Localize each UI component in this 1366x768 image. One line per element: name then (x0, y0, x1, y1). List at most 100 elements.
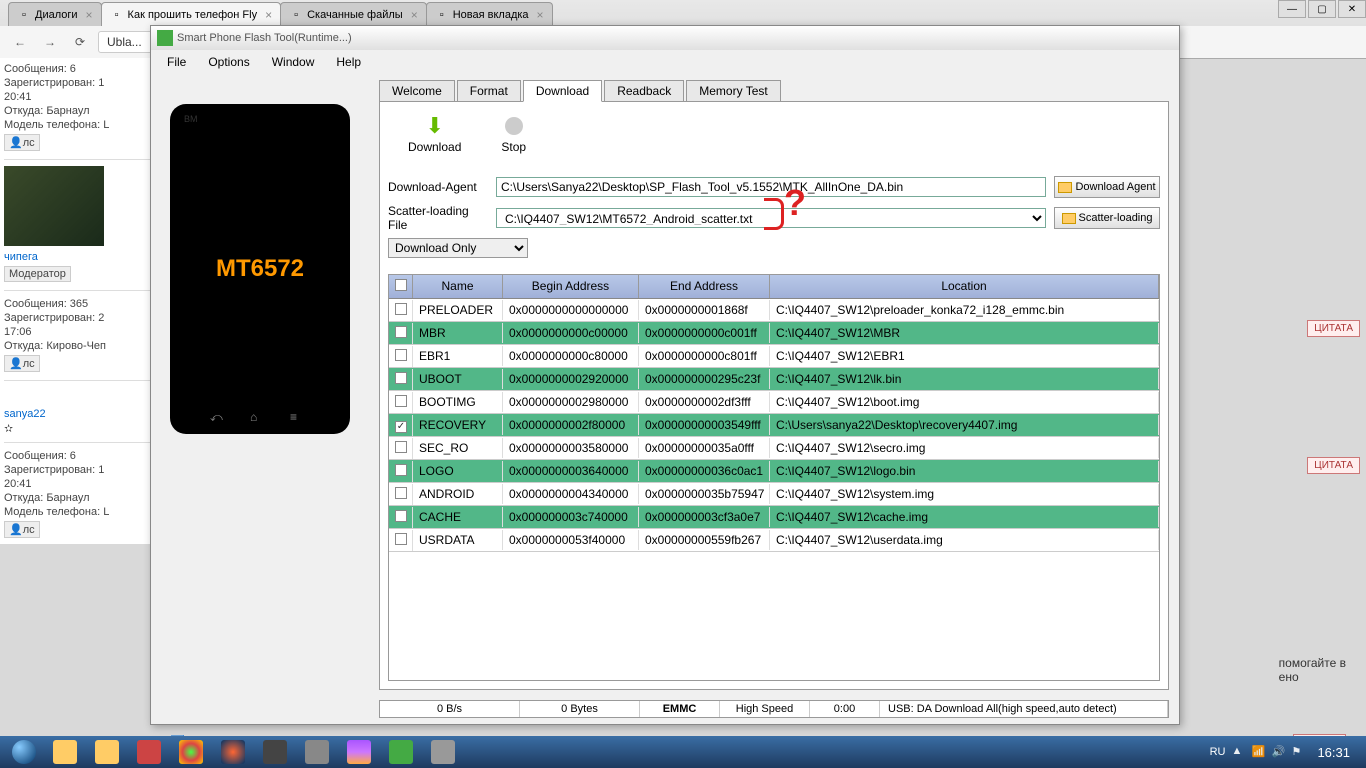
url-input[interactable]: Ubla... (98, 31, 158, 53)
scatter-label: Scatter-loading File (388, 204, 488, 232)
tab-download[interactable]: Download (523, 80, 602, 102)
tab-format[interactable]: Format (457, 80, 521, 102)
quote-button[interactable]: ЦИТАТА (1307, 457, 1360, 474)
window-titlebar[interactable]: Smart Phone Flash Tool(Runtime...) (151, 26, 1179, 50)
explorer2-taskbar-icon[interactable] (87, 738, 127, 766)
row-checkbox[interactable] (389, 392, 413, 413)
begin-address: 0x000000003c740000 (503, 507, 639, 527)
menu-file[interactable]: File (157, 52, 196, 72)
choose-scatter-button[interactable]: Scatter-loading (1054, 207, 1160, 229)
begin-address: 0x0000000002920000 (503, 369, 639, 389)
partition-row[interactable]: MBR0x0000000000c000000x0000000000c001ffC… (389, 322, 1159, 345)
download-panel: ⬇ Download Stop Download-Agent Download … (379, 101, 1169, 690)
partition-row[interactable]: PRELOADER0x00000000000000000x00000000018… (389, 299, 1159, 322)
user-from: Откуда: Барнаул (4, 104, 156, 118)
chrome-close[interactable]: ✕ (1338, 0, 1366, 18)
tab-close-icon[interactable]: × (86, 8, 93, 22)
col-end-header[interactable]: End Address (639, 275, 770, 298)
tray-flag-icon[interactable]: ▲ (1231, 745, 1245, 759)
download-button[interactable]: ⬇ Download (408, 114, 461, 154)
partition-name: LOGO (413, 461, 503, 481)
partition-row[interactable]: USRDATA0x0000000053f400000x00000000559fb… (389, 529, 1159, 552)
chrome-minimize[interactable]: — (1278, 0, 1306, 18)
row-checkbox[interactable] (389, 530, 413, 551)
sp-taskbar-icon[interactable] (381, 738, 421, 766)
tab-close-icon[interactable]: × (537, 8, 544, 22)
header-checkbox[interactable] (389, 275, 413, 298)
back-button[interactable]: ← (8, 30, 32, 54)
partition-name: PRELOADER (413, 300, 503, 320)
language-indicator[interactable]: RU (1210, 746, 1226, 758)
pm-button[interactable]: 👤лс (4, 134, 40, 151)
start-button[interactable] (4, 738, 44, 766)
wot-taskbar-icon[interactable] (255, 738, 295, 766)
explorer-taskbar-icon[interactable] (45, 738, 85, 766)
row-checkbox[interactable] (389, 346, 413, 367)
tray-sound-icon[interactable]: 🔊 (1271, 745, 1285, 759)
col-location-header[interactable]: Location (770, 275, 1159, 298)
partition-row[interactable]: LOGO0x00000000036400000x00000000036c0ac1… (389, 460, 1159, 483)
row-checkbox[interactable] (389, 415, 413, 436)
partition-row[interactable]: UBOOT0x00000000029200000x000000000295c23… (389, 368, 1159, 391)
tab-close-icon[interactable]: × (265, 8, 272, 22)
col-begin-header[interactable]: Begin Address (503, 275, 639, 298)
app-taskbar-icon[interactable] (129, 738, 169, 766)
tab-memory-test[interactable]: Memory Test (686, 80, 780, 102)
quote-button[interactable]: ЦИТАТА (1307, 320, 1360, 337)
row-checkbox[interactable] (389, 461, 413, 482)
partition-row[interactable]: EBR10x0000000000c800000x0000000000c801ff… (389, 345, 1159, 368)
stop-button[interactable]: Stop (501, 114, 526, 154)
col-name-header[interactable]: Name (413, 275, 503, 298)
row-checkbox[interactable] (389, 300, 413, 321)
menu-options[interactable]: Options (198, 52, 259, 72)
tab-readback[interactable]: Readback (604, 80, 684, 102)
winrar-taskbar-icon[interactable] (339, 738, 379, 766)
tab-welcome[interactable]: Welcome (379, 80, 455, 102)
download-mode-select[interactable]: Download Only (388, 238, 528, 258)
row-checkbox[interactable] (389, 369, 413, 390)
tray-network-icon[interactable]: 📶 (1251, 745, 1265, 759)
row-checkbox[interactable] (389, 323, 413, 344)
windows-orb-icon (12, 740, 36, 764)
partition-row[interactable]: RECOVERY0x0000000002f800000x000000000035… (389, 414, 1159, 437)
user-from: Откуда: Барнаул (4, 491, 156, 505)
stop-icon (502, 114, 526, 138)
tab-label: Как прошить телефон Fly (128, 9, 258, 21)
forward-button[interactable]: → (38, 30, 62, 54)
clock[interactable]: 16:31 (1311, 745, 1356, 760)
chrome-taskbar-icon[interactable] (171, 738, 211, 766)
chrome-maximize[interactable]: ▢ (1308, 0, 1336, 18)
tab-close-icon[interactable]: × (411, 8, 418, 22)
browser-tab[interactable]: ▫Диалоги× (8, 2, 102, 26)
username-link[interactable]: чипега (4, 250, 156, 264)
menu-help[interactable]: Help (326, 52, 371, 72)
row-checkbox[interactable] (389, 438, 413, 459)
partition-row[interactable]: ANDROID0x00000000043400000x0000000035b75… (389, 483, 1159, 506)
partition-row[interactable]: CACHE0x000000003c7400000x000000003cf3a0e… (389, 506, 1159, 529)
windows-taskbar: RU ▲ 📶 🔊 ⚑ 16:31 (0, 736, 1366, 768)
choose-da-button[interactable]: Download Agent (1054, 176, 1160, 198)
partition-row[interactable]: BOOTIMG0x00000000029800000x0000000002df3… (389, 391, 1159, 414)
row-checkbox[interactable] (389, 484, 413, 505)
user-time: 20:41 (4, 477, 156, 491)
da-path-input[interactable] (496, 177, 1046, 197)
firefox-taskbar-icon[interactable] (213, 738, 253, 766)
browser-tab[interactable]: ▫Новая вкладка× (426, 2, 553, 26)
begin-address: 0x0000000004340000 (503, 484, 639, 504)
pm-button[interactable]: 👤лс (4, 521, 40, 538)
menu-window[interactable]: Window (262, 52, 325, 72)
tab-favicon: ▫ (110, 8, 124, 22)
pm-button[interactable]: 👤лс (4, 355, 40, 372)
row-checkbox[interactable] (389, 507, 413, 528)
begin-address: 0x0000000002980000 (503, 392, 639, 412)
browser-tab[interactable]: ▫ Как прошить телефон Fly × (101, 2, 282, 26)
end-address: 0x0000000035b75947 (639, 484, 770, 504)
username-link[interactable]: sanya22 (4, 407, 156, 421)
partition-row[interactable]: SEC_RO0x00000000035800000x00000000035a0f… (389, 437, 1159, 460)
tray-icon[interactable]: ⚑ (1291, 745, 1305, 759)
app3-taskbar-icon[interactable] (423, 738, 463, 766)
app2-taskbar-icon[interactable] (297, 738, 337, 766)
reload-button[interactable]: ⟳ (68, 30, 92, 54)
browser-tab[interactable]: ▫Скачанные файлы× (280, 2, 427, 26)
scatter-path-select[interactable]: C:\IQ4407_SW12\MT6572_Android_scatter.tx… (496, 208, 1046, 228)
